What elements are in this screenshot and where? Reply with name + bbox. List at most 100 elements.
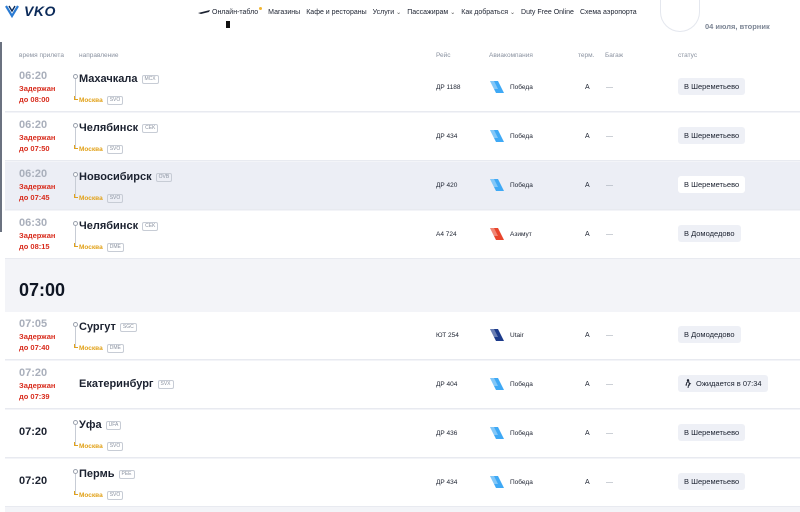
table-row[interactable]: 07:05 Задержан до 07:40 Сургут SGC Москва DME Ю…	[5, 312, 800, 360]
flight-status[interactable]: В Домодедово	[678, 326, 741, 343]
table-row[interactable]: 06:20 Задержан до 07:45 Новосибирск OVB Москв…	[5, 162, 800, 210]
flight-status[interactable]: В Домодедово	[678, 225, 741, 242]
via-city: Москва SVO	[79, 442, 124, 451]
airline-logo-icon	[490, 81, 504, 93]
flight-status[interactable]: В Шереметьево	[678, 424, 746, 441]
flight-status[interactable]: В Шереметьево	[678, 127, 746, 144]
nav-passengers[interactable]: Пассажирам ⌄	[407, 9, 455, 16]
baggage-belt: —	[606, 133, 613, 140]
col-direction: направление	[79, 52, 119, 59]
transfer-icon	[74, 442, 78, 446]
via-airport-code: SVO	[106, 145, 124, 154]
scheduled-time: 06:20	[19, 168, 48, 180]
baggage-belt: —	[606, 332, 613, 339]
nav-duty-free[interactable]: Duty Free Online	[521, 9, 574, 16]
origin-city[interactable]: Махачкала MCX	[79, 73, 159, 85]
nav-cafes[interactable]: Кафе и рестораны	[306, 9, 366, 16]
date-selector-decoration[interactable]	[660, 0, 700, 32]
airport-code: MCX	[141, 74, 159, 84]
nav-shops[interactable]: Магазины	[268, 9, 300, 16]
transfer-icon	[74, 145, 78, 149]
plane-icon	[198, 10, 210, 14]
origin-city[interactable]: Сургут SGC	[79, 321, 137, 333]
origin-city[interactable]: Пермь PEE	[79, 468, 135, 480]
delay-time: до 07:39	[19, 392, 50, 401]
nav-online-board[interactable]: Онлайн-табло	[198, 6, 263, 16]
airport-code: SGC	[119, 322, 137, 332]
delay-status: Задержан	[19, 231, 56, 240]
nav-how-to-get[interactable]: Как добраться ⌄	[461, 9, 515, 16]
scheduled-time: 06:20	[19, 70, 48, 82]
airline: Победа	[489, 129, 533, 143]
airline: Utair	[489, 328, 524, 342]
table-row[interactable]: 06:20 Задержан до 07:50 Челябинск CEK Москва S…	[5, 113, 800, 161]
terminal: A	[585, 133, 590, 140]
col-airline: Авиакомпания	[489, 52, 533, 59]
via-airport-code: SVO	[106, 194, 124, 203]
scheduled-time: 07:20	[19, 475, 48, 487]
via-city: Москва DME	[79, 243, 124, 252]
flight-status[interactable]: Ожидается в 07:34	[678, 375, 768, 392]
col-status: статус	[678, 52, 698, 59]
terminal: A	[585, 332, 590, 339]
airline-logo-icon	[490, 130, 504, 142]
current-date: 04 июля, вторник	[705, 22, 770, 31]
baggage-belt: —	[606, 479, 613, 486]
airport-code: UFA	[105, 420, 122, 430]
flight-number[interactable]: ДР 434	[436, 133, 457, 140]
airline: Победа	[489, 377, 533, 391]
terminal: A	[585, 84, 590, 91]
airport-code: PEE	[118, 469, 135, 479]
baggage-belt: —	[606, 430, 613, 437]
via-city: Москва SVO	[79, 491, 124, 500]
flight-status[interactable]: В Шереметьево	[678, 473, 746, 490]
origin-city[interactable]: Новосибирск OVB	[79, 171, 173, 183]
table-row[interactable]: 07:20 Пермь PEE Москва SVO ДР 434 Победа A — В Ш…	[5, 459, 800, 507]
airline-logo-icon	[490, 427, 504, 439]
flight-number[interactable]: ДР 1188	[436, 84, 461, 91]
baggage-belt: —	[606, 381, 613, 388]
via-city: Москва DME	[79, 344, 124, 353]
hour-divider: 07:00	[5, 262, 800, 312]
flight-number[interactable]: ДР 436	[436, 430, 457, 437]
cursor-mark	[226, 21, 230, 28]
transfer-icon	[74, 96, 78, 100]
origin-city[interactable]: Уфа UFA	[79, 419, 122, 431]
flight-number[interactable]: ДР 420	[436, 182, 457, 189]
chevron-down-icon: ⌄	[450, 9, 456, 16]
baggage-belt: —	[606, 182, 613, 189]
nav-services[interactable]: Услуги ⌄	[373, 9, 402, 16]
airport-code: CEK	[142, 221, 159, 231]
airline-logo-icon	[490, 179, 504, 191]
origin-city[interactable]: Екатеринбург SVX	[79, 378, 174, 390]
airline-logo-icon	[490, 378, 504, 390]
origin-city[interactable]: Челябинск CEK	[79, 220, 159, 232]
scheduled-time: 06:30	[19, 217, 48, 229]
airport-code: SVX	[157, 379, 174, 389]
flight-number[interactable]: ДР 404	[436, 381, 457, 388]
delay-time: до 07:50	[19, 144, 50, 153]
terminal: A	[585, 479, 590, 486]
table-row[interactable]: 07:20 Уфа UFA Москва SVO ДР 436 Победа A — В Шер…	[5, 410, 800, 458]
table-row[interactable]: 06:30 Задержан до 08:15 Челябинск CEK Москва D…	[5, 211, 800, 259]
via-city: Москва SVO	[79, 194, 124, 203]
origin-city[interactable]: Челябинск CEK	[79, 122, 159, 134]
scheduled-time: 07:20	[19, 426, 48, 438]
airport-logo[interactable]: VKO	[4, 3, 56, 19]
scroll-edge	[0, 42, 2, 232]
table-row[interactable]: 07:20 Задержан до 07:39 Екатеринбург SVX ДР 4…	[5, 361, 800, 409]
top-navigation-bar: VKO Онлайн-табло Магазины Кафе и рестора…	[0, 0, 800, 40]
table-row[interactable]: 06:20 Задержан до 08:00 Махачкала MCX Москва S…	[5, 64, 800, 112]
flight-status[interactable]: В Шереметьево	[678, 78, 746, 95]
col-time: время прилета	[19, 52, 64, 59]
flight-number[interactable]: ДР 434	[436, 479, 457, 486]
flight-number[interactable]: ЮТ 254	[436, 332, 459, 339]
scheduled-time: 07:20	[19, 367, 48, 379]
nav-airport-map[interactable]: Схема аэропорта	[580, 9, 637, 16]
via-airport-code: DME	[106, 344, 124, 353]
flight-status[interactable]: В Шереметьево	[678, 176, 746, 193]
airline-logo-icon	[490, 329, 504, 341]
flight-number[interactable]: А4 724	[436, 231, 457, 238]
chevron-down-icon: ⌄	[510, 9, 516, 16]
delay-time: до 07:40	[19, 343, 50, 352]
